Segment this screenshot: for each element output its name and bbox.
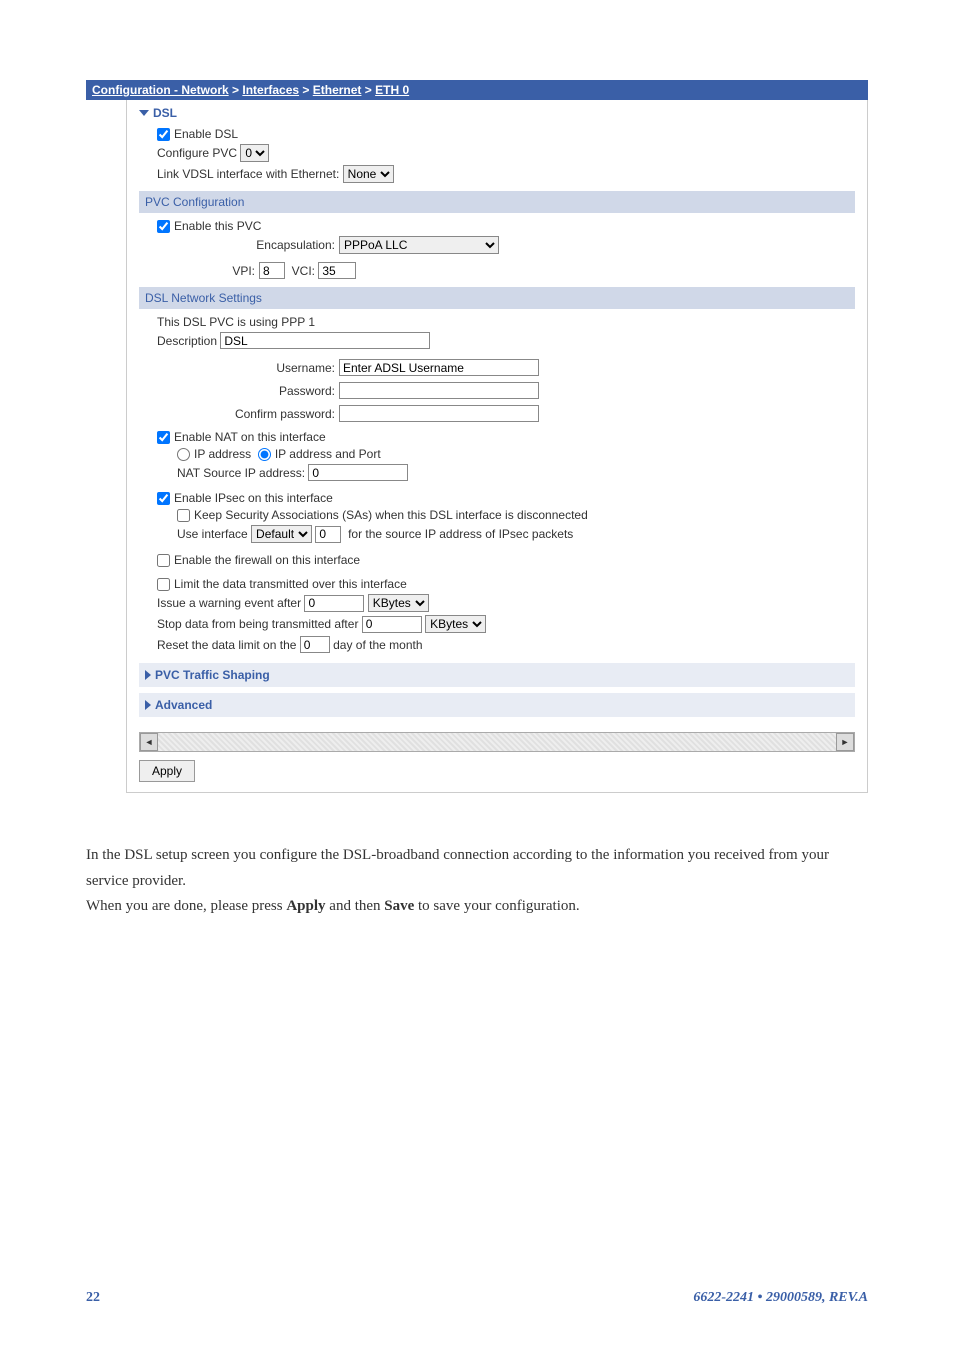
breadcrumb-item-eth0[interactable]: ETH 0 — [375, 83, 409, 97]
page-footer: 22 6622-2241 • 29000589, REV.A — [86, 1290, 868, 1306]
body-line2-pre: When you are done, please press — [86, 898, 286, 914]
keep-sa-checkbox[interactable] — [177, 509, 190, 522]
pvc-traffic-shaping-label: PVC Traffic Shaping — [155, 668, 270, 682]
breadcrumb-sep: > — [361, 83, 375, 97]
save-bold-text: Save — [384, 898, 414, 914]
vpi-input[interactable] — [259, 262, 285, 279]
encapsulation-select[interactable]: PPPoA LLC — [339, 236, 499, 254]
password-input[interactable] — [339, 382, 539, 399]
advanced-label: Advanced — [155, 698, 212, 712]
vci-label: VCI: — [292, 264, 315, 278]
dsl-panel: DSL Enable DSL Configure PVC 0 Link VDSL… — [126, 100, 868, 793]
description-input[interactable] — [220, 332, 430, 349]
use-interface-label: Use interface — [177, 527, 248, 541]
pvc-traffic-shaping-header[interactable]: PVC Traffic Shaping — [139, 663, 855, 687]
doc-id: 6622-2241 • 29000589, REV.A — [693, 1290, 868, 1306]
limit-data-checkbox[interactable] — [157, 578, 170, 591]
reset-label-post: day of the month — [333, 638, 422, 652]
stop-label: Stop data from being transmitted after — [157, 617, 358, 631]
nat-ip-label: IP address — [194, 447, 251, 461]
body-line2-post: to save your configuration. — [414, 898, 579, 914]
breadcrumb: Configuration - Network > Interfaces > E… — [86, 80, 868, 100]
enable-this-pvc-label: Enable this PVC — [174, 219, 261, 233]
use-interface-num-input[interactable] — [315, 526, 341, 543]
chevron-down-icon — [139, 110, 149, 116]
configure-pvc-label: Configure PVC — [157, 146, 237, 160]
enable-nat-checkbox[interactable] — [157, 431, 170, 444]
ppp-info-text: This DSL PVC is using PPP 1 — [157, 315, 855, 329]
breadcrumb-item-interfaces[interactable]: Interfaces — [242, 83, 299, 97]
dsl-network-settings-header: DSL Network Settings — [139, 287, 855, 309]
link-vdsl-label: Link VDSL interface with Ethernet: — [157, 167, 339, 181]
apply-bold-text: Apply — [286, 898, 325, 914]
link-vdsl-select[interactable]: None — [343, 165, 394, 183]
stop-value-input[interactable] — [362, 616, 422, 633]
password-label: Password: — [157, 384, 335, 398]
scroll-left-icon[interactable]: ◄ — [140, 733, 158, 751]
vpi-label: VPI: — [157, 264, 255, 278]
encapsulation-label: Encapsulation: — [157, 238, 335, 252]
nat-src-ip-input[interactable] — [308, 464, 408, 481]
advanced-header[interactable]: Advanced — [139, 693, 855, 717]
chevron-right-icon — [145, 700, 151, 710]
username-label: Username: — [157, 361, 335, 375]
keep-sa-label: Keep Security Associations (SAs) when th… — [194, 508, 588, 522]
confirm-password-input[interactable] — [339, 405, 539, 422]
src-ip-ipsec-label: for the source IP address of IPsec packe… — [348, 527, 573, 541]
enable-dsl-checkbox[interactable] — [157, 128, 170, 141]
scroll-right-icon[interactable]: ► — [836, 733, 854, 751]
reset-value-input[interactable] — [300, 636, 330, 653]
warn-unit-select[interactable]: KBytes — [368, 594, 429, 612]
description-label: Description — [157, 334, 217, 348]
horizontal-scrollbar[interactable]: ◄ ► — [139, 732, 855, 752]
page-number: 22 — [86, 1290, 100, 1306]
pvc-config-header: PVC Configuration — [139, 191, 855, 213]
nat-ip-port-radio[interactable] — [258, 448, 271, 461]
body-line1: In the DSL setup screen you configure th… — [86, 843, 868, 894]
nat-ip-port-label: IP address and Port — [275, 447, 381, 461]
breadcrumb-sep: > — [299, 83, 313, 97]
reset-label-pre: Reset the data limit on the — [157, 638, 296, 652]
configure-pvc-select[interactable]: 0 — [240, 144, 269, 162]
breadcrumb-item-ethernet[interactable]: Ethernet — [313, 83, 362, 97]
dsl-section-header[interactable]: DSL — [139, 100, 855, 124]
confirm-password-label: Confirm password: — [157, 407, 335, 421]
enable-firewall-label: Enable the firewall on this interface — [174, 553, 360, 567]
enable-dsl-label: Enable DSL — [174, 127, 238, 141]
breadcrumb-item-config-network[interactable]: Configuration - Network — [92, 83, 229, 97]
body-line2-mid: and then — [326, 898, 385, 914]
enable-this-pvc-checkbox[interactable] — [157, 220, 170, 233]
use-interface-select[interactable]: Default — [251, 525, 312, 543]
chevron-right-icon — [145, 670, 151, 680]
dsl-section-title: DSL — [153, 106, 177, 120]
enable-ipsec-checkbox[interactable] — [157, 492, 170, 505]
warn-label: Issue a warning event after — [157, 596, 301, 610]
vci-input[interactable] — [318, 262, 356, 279]
limit-data-label: Limit the data transmitted over this int… — [174, 577, 407, 591]
username-input[interactable] — [339, 359, 539, 376]
warn-value-input[interactable] — [304, 595, 364, 612]
enable-ipsec-label: Enable IPsec on this interface — [174, 491, 333, 505]
nat-ip-radio[interactable] — [177, 448, 190, 461]
body-text: In the DSL setup screen you configure th… — [86, 843, 868, 920]
enable-nat-label: Enable NAT on this interface — [174, 430, 326, 444]
apply-button[interactable]: Apply — [139, 760, 195, 782]
stop-unit-select[interactable]: KBytes — [425, 615, 486, 633]
enable-firewall-checkbox[interactable] — [157, 554, 170, 567]
nat-src-ip-label: NAT Source IP address: — [177, 466, 305, 480]
breadcrumb-sep: > — [229, 83, 243, 97]
